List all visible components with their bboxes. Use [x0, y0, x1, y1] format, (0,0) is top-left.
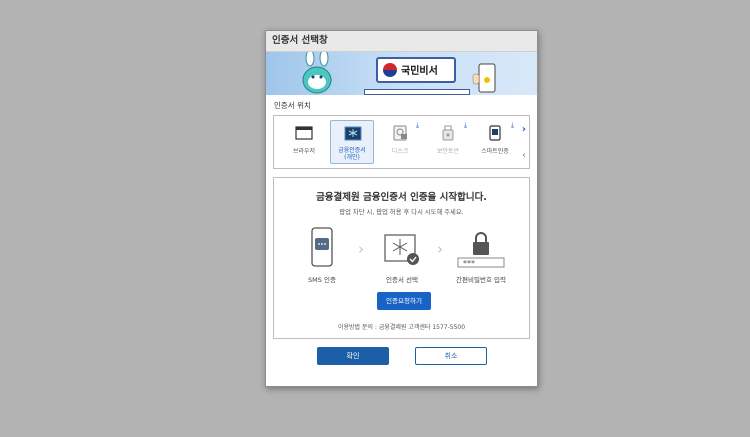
location-browser[interactable]: 브라우저: [282, 120, 326, 164]
scroll-left-arrow-icon[interactable]: ‹: [522, 150, 526, 161]
step-password: *** 간편비밀번호 입력: [446, 226, 516, 284]
step-arrow-icon: ›: [437, 240, 443, 258]
location-browser-label: 브라우저: [292, 148, 316, 155]
location-security-token-label: 보안토큰: [436, 148, 460, 155]
step-sms: SMS 인증: [287, 226, 357, 284]
security-token-icon: [442, 125, 454, 141]
location-disk-label: 디스크: [391, 148, 409, 155]
step-cert-select-label: 인증서 선택: [386, 276, 418, 284]
auth-title: 금융결제원 금융인증서 인증을 시작합니다.: [316, 192, 487, 203]
cert-location-panel: 브라우저 금융인증서 (개인) ⤓ 디스크 ⤓ 보안토큰 ⤓ 스마트인증 › ‹: [273, 115, 530, 169]
step-arrow-icon: ›: [358, 240, 364, 258]
location-disk[interactable]: ⤓ 디스크: [378, 120, 422, 164]
banner-stand: [364, 89, 470, 95]
location-financial-cert-label: 금융인증서 (개인): [331, 147, 373, 161]
step-cert-select: 인증서 선택: [367, 226, 437, 284]
location-security-token[interactable]: ⤓ 보안토큰: [426, 120, 470, 164]
financial-cert-icon: [344, 126, 362, 141]
scroll-right-arrow-icon[interactable]: ›: [522, 124, 526, 135]
download-icon[interactable]: ⤓: [464, 121, 467, 130]
financial-cert-sublabel: (개인): [344, 154, 360, 161]
download-icon[interactable]: ⤓: [511, 121, 514, 130]
mascot-icon: [302, 52, 332, 94]
brand-badge: 국민비서: [376, 57, 456, 83]
browser-icon: [295, 126, 313, 140]
disk-icon: [393, 125, 407, 141]
step-sms-label: SMS 인증: [308, 276, 336, 284]
cancel-button[interactable]: 취소: [415, 347, 487, 365]
smart-cert-icon: [489, 125, 501, 141]
location-smart-cert[interactable]: ⤓ 스마트인증: [473, 120, 517, 164]
svg-text:***: ***: [463, 259, 475, 268]
dialog-title: 인증서 선택창: [266, 31, 537, 52]
contact-info: 이용방법 문의 : 금융결제원 고객센터 1577-5500: [337, 324, 466, 331]
phone-illustration-icon: [472, 63, 496, 93]
confirm-button[interactable]: 확인: [317, 347, 389, 365]
lock-password-icon: ***: [457, 232, 505, 268]
certificate-dialog: 인증서 선택창 국민비서 인증서 위치 브라우저 금융인증서 (개인) ⤓ 디스…: [265, 30, 538, 387]
auth-request-button[interactable]: 인증요청하기: [377, 292, 431, 310]
banner: 국민비서: [266, 52, 537, 95]
cert-check-icon: [384, 234, 419, 265]
financial-cert-title: 금융인증서: [338, 147, 366, 154]
step-password-label: 간편비밀번호 입력: [456, 276, 506, 284]
auth-subtitle: 팝업 차단 시, 팝업 허용 후 다시 시도해 주세요.: [339, 209, 464, 216]
location-smart-cert-label: 스마트인증: [481, 148, 509, 155]
download-icon[interactable]: ⤓: [416, 121, 419, 130]
location-financial-cert[interactable]: 금융인증서 (개인): [330, 120, 374, 164]
auth-panel: 금융결제원 금융인증서 인증을 시작합니다. 팝업 차단 시, 팝업 허용 후 …: [273, 177, 530, 339]
brand-name: 국민비서: [401, 66, 438, 77]
emblem-icon: [383, 63, 397, 77]
phone-sms-icon: [311, 227, 333, 267]
location-label: 인증서 위치: [274, 101, 311, 110]
